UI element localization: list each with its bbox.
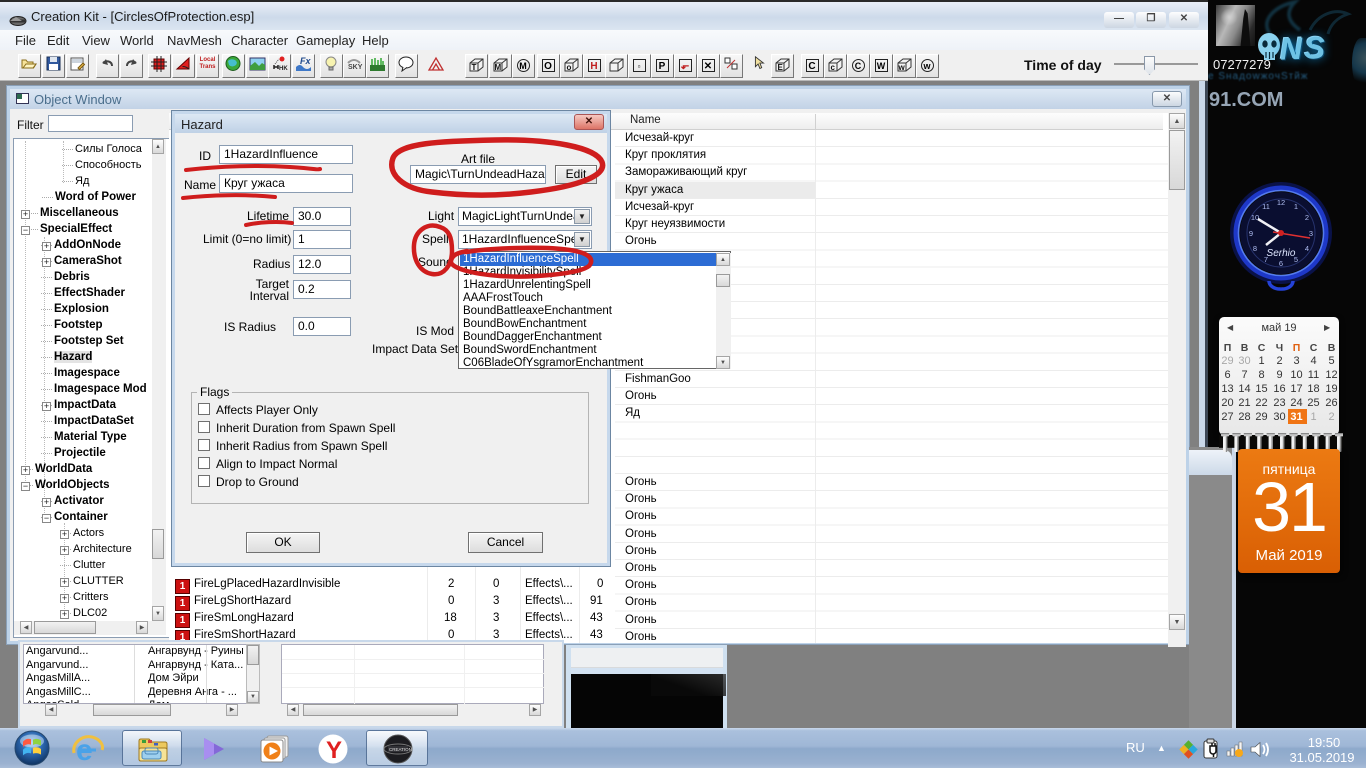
svg-text:CREATION: CREATION xyxy=(389,747,412,752)
svg-text:w: w xyxy=(898,63,906,72)
svg-text:Serhio: Serhio xyxy=(1267,248,1296,259)
svg-text:4: 4 xyxy=(1305,244,1309,253)
svg-text:10: 10 xyxy=(1251,213,1259,222)
svg-text:12: 12 xyxy=(1277,198,1285,207)
svg-text:11: 11 xyxy=(1262,202,1270,211)
svg-text:2: 2 xyxy=(1305,213,1309,222)
svg-text:T: T xyxy=(472,63,477,72)
svg-text:Fx: Fx xyxy=(300,56,311,66)
svg-text:E: E xyxy=(778,63,784,72)
svg-text:M: M xyxy=(495,63,502,72)
svg-text:6: 6 xyxy=(1279,259,1283,268)
svg-text:o: o xyxy=(567,63,572,72)
svg-text:SKY: SKY xyxy=(348,64,363,71)
svg-text:9: 9 xyxy=(1249,229,1253,238)
svg-text:8: 8 xyxy=(1253,244,1257,253)
svg-text:c: c xyxy=(831,63,836,72)
svg-text:1: 1 xyxy=(1294,202,1298,211)
svg-text:HK: HK xyxy=(279,66,288,72)
svg-text:Y: Y xyxy=(326,737,342,764)
svg-text:3: 3 xyxy=(1309,229,1313,238)
